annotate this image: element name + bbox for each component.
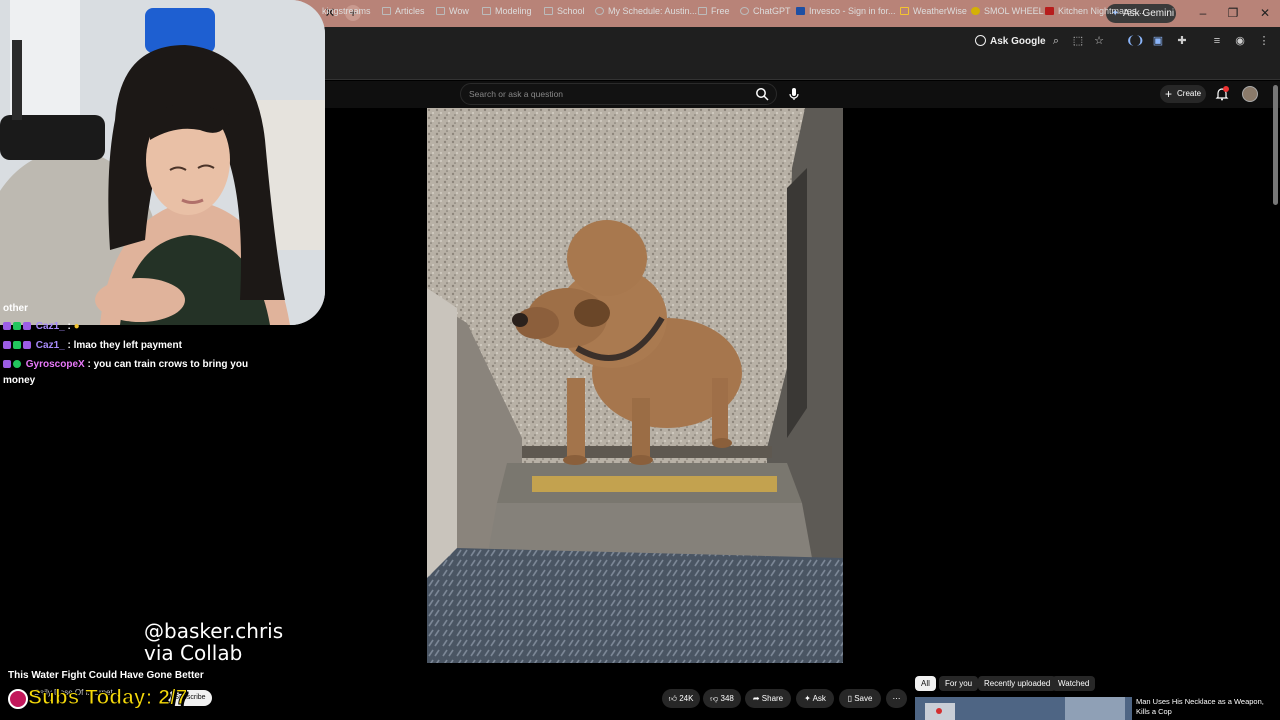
chat-message: other xyxy=(3,303,28,314)
reading-list-icon[interactable]: ≡ xyxy=(1210,34,1224,48)
bookmark-item[interactable]: ChatGPT xyxy=(740,6,791,16)
bookmark-icon: ▯ xyxy=(847,694,852,703)
notification-badge xyxy=(1223,86,1229,92)
close-window-icon[interactable]: ✕ xyxy=(1258,6,1272,20)
profile-icon[interactable]: ◉ xyxy=(1233,34,1247,48)
ask-google-button[interactable]: Ask Google xyxy=(975,35,1046,47)
google-lens-icon xyxy=(975,35,986,46)
bookmark-item[interactable]: Wow xyxy=(436,6,469,16)
chat-message: GyroscopeX : you can train crows to brin… xyxy=(3,359,248,370)
emoji-icon: ● xyxy=(73,321,80,332)
more-horiz-icon: ⋯ xyxy=(892,694,901,703)
badge-icon xyxy=(13,322,21,330)
bookmark-item[interactable]: Articles xyxy=(382,6,425,16)
badge-icon xyxy=(3,322,11,330)
thumbs-up-icon: 👍︎ xyxy=(668,694,677,703)
chat-message: Caz1_ : ● xyxy=(3,321,80,332)
thumbs-down-icon: 👎︎ xyxy=(710,694,719,703)
invesco-icon xyxy=(796,7,805,15)
dislike-button[interactable]: 👎︎ 348 xyxy=(703,689,741,708)
credit-source: via Collab xyxy=(144,641,243,665)
chat-message: Caz1_ : lmao they left payment xyxy=(3,340,182,351)
badge-icon xyxy=(3,341,11,349)
media-icon[interactable]: ❨❩ xyxy=(1126,34,1144,48)
scrollbar[interactable] xyxy=(1273,85,1278,205)
save-button[interactable]: ▯ Save xyxy=(839,689,881,708)
folder-icon xyxy=(482,7,491,15)
bookmark-item[interactable]: Invesco - Sign in for... xyxy=(796,6,896,16)
wheel-icon xyxy=(971,7,980,15)
credit-handle: @basker.chris xyxy=(144,619,284,643)
bookmark-star-icon[interactable]: ☆ xyxy=(1092,34,1106,48)
more-actions-button[interactable]: ⋯ xyxy=(886,689,907,708)
minimize-icon[interactable]: – xyxy=(1196,6,1210,20)
webcam-feed xyxy=(0,0,325,325)
plus-icon: + xyxy=(1165,87,1173,101)
chat-message: money xyxy=(3,375,36,386)
weather-icon xyxy=(900,7,909,15)
thumbnail-image xyxy=(915,697,1132,720)
folder-icon xyxy=(436,7,445,15)
chip-for-you[interactable]: For you xyxy=(939,676,979,691)
bookmark-item[interactable]: My Schedule: Austin... xyxy=(595,6,697,16)
folder-icon xyxy=(698,7,707,15)
menu-icon[interactable]: ⋮ xyxy=(1257,34,1271,48)
share-icon: ➦ xyxy=(752,694,760,703)
badge-icon xyxy=(13,360,21,368)
subs-today-counter: Subs Today: 2/7 xyxy=(27,686,188,710)
puzzle-icon[interactable]: ✚ xyxy=(1175,34,1189,48)
bookmark-item[interactable]: kingstreams xyxy=(322,6,371,16)
sparkle-icon: ✦ xyxy=(804,694,811,703)
badge-icon xyxy=(3,360,11,368)
badge-icon xyxy=(23,341,31,349)
screenshot-icon[interactable]: ⬚ xyxy=(1071,34,1085,48)
badge-icon xyxy=(23,322,31,330)
webcam-overlay xyxy=(0,0,325,325)
bookmark-item[interactable]: WeatherWise xyxy=(900,6,967,16)
bookmark-item[interactable]: Kitchen Nightmares... xyxy=(1045,6,1144,16)
share-button[interactable]: ➦ Share xyxy=(745,689,791,708)
search-icon[interactable] xyxy=(755,87,769,101)
bookmark-item[interactable]: Modeling xyxy=(482,6,532,16)
microphone-icon[interactable] xyxy=(788,87,800,101)
globe-icon xyxy=(595,7,604,15)
video-player[interactable] xyxy=(427,108,843,663)
video-frame xyxy=(427,108,843,663)
channel-avatar[interactable] xyxy=(8,689,28,709)
badge-icon xyxy=(13,341,21,349)
ask-button[interactable]: ✦ Ask xyxy=(796,689,834,708)
recommended-thumbnail[interactable] xyxy=(915,697,1132,720)
bookmark-item[interactable]: SMOL WHEEL xyxy=(971,6,1044,16)
avatar[interactable] xyxy=(1242,86,1258,102)
maximize-icon[interactable]: ❐ xyxy=(1226,6,1240,20)
chip-recently-uploaded[interactable]: Recently uploaded xyxy=(978,676,1057,691)
chip-watched[interactable]: Watched xyxy=(1052,676,1096,691)
recommended-title[interactable]: Man Uses His Necklace as a Weapon, Kills… xyxy=(1136,697,1276,717)
folder-icon xyxy=(544,7,553,15)
search-placeholder: Search or ask a question xyxy=(469,89,564,99)
bookmark-item[interactable]: School xyxy=(544,6,585,16)
create-button[interactable]: + Create xyxy=(1160,85,1206,103)
like-button[interactable]: 👍︎ 24K xyxy=(662,689,700,708)
chip-all[interactable]: All xyxy=(915,676,936,691)
extension-icon[interactable]: ▣ xyxy=(1151,34,1165,48)
chatgpt-icon xyxy=(740,7,749,15)
bookmark-item[interactable]: Free xyxy=(698,6,730,16)
video-title: This Water Fight Could Have Gone Better xyxy=(8,670,204,681)
zoom-icon[interactable]: ⌕ xyxy=(1049,34,1063,48)
kitchen-icon xyxy=(1045,7,1054,15)
folder-icon xyxy=(382,7,391,15)
